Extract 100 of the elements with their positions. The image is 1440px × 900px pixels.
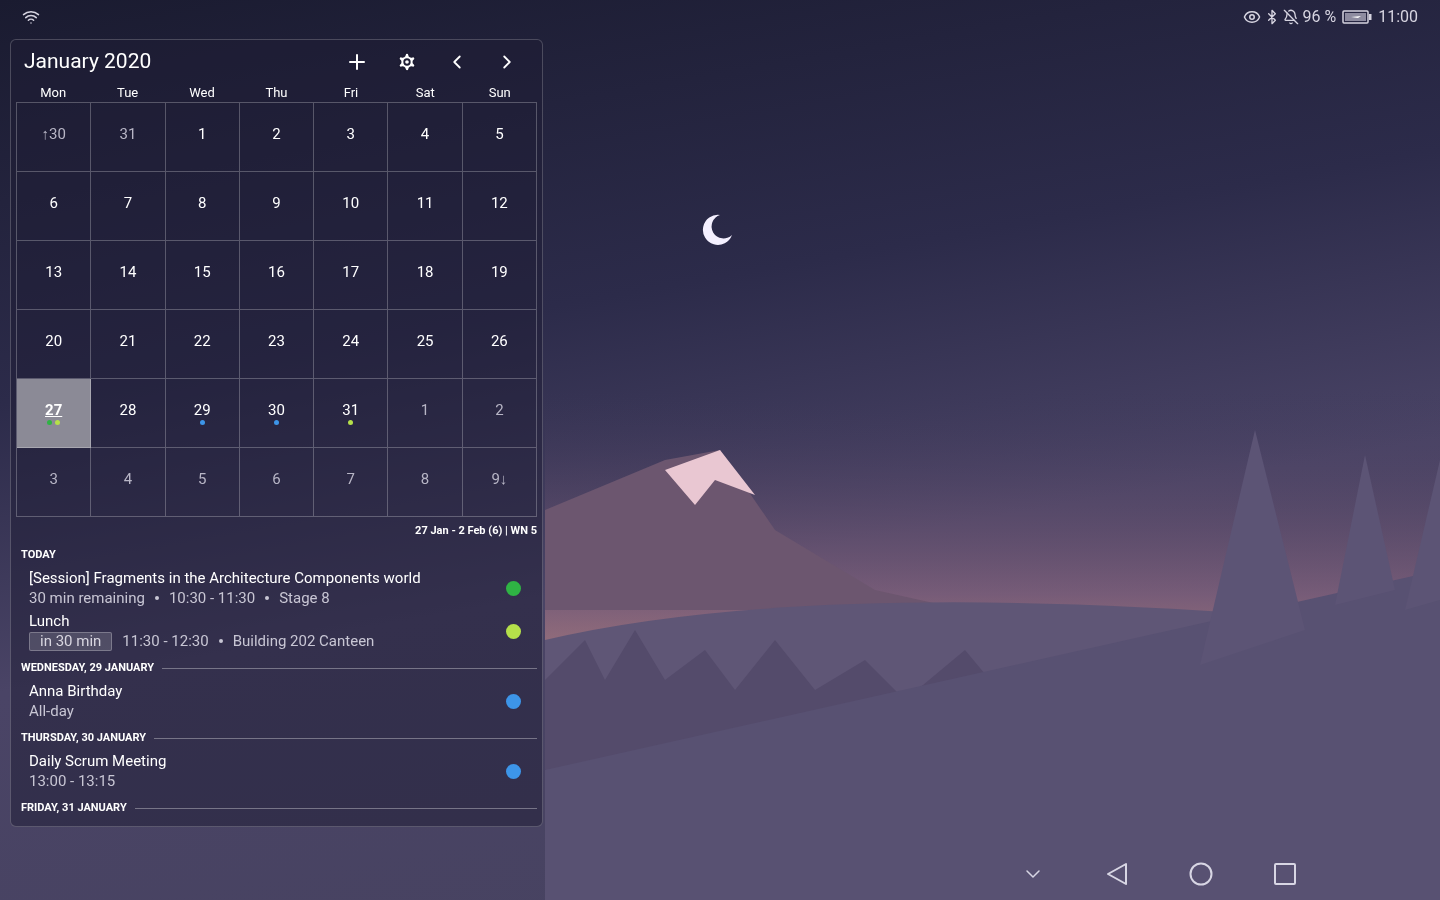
weekday-label: Thu xyxy=(264,83,289,102)
agenda-date-heading: THURSDAY, 30 JANUARY xyxy=(21,729,147,746)
day-cell[interactable]: 18 xyxy=(388,240,463,310)
day-number: 10 xyxy=(342,193,360,212)
clock-time: 11:00 xyxy=(1378,6,1418,28)
back-button[interactable] xyxy=(1104,861,1130,887)
day-cell[interactable]: 13 xyxy=(17,240,92,310)
agenda-date-heading: FRIDAY, 31 JANUARY xyxy=(21,799,127,816)
day-cell[interactable]: ↑30 xyxy=(17,102,92,172)
day-number: 2 xyxy=(272,124,281,143)
day-cell[interactable]: 4 xyxy=(91,447,166,517)
countdown-badge: in 30 min xyxy=(29,631,113,651)
day-cell[interactable]: 6 xyxy=(17,171,92,241)
day-cell[interactable]: 29 xyxy=(165,378,240,448)
day-number: 27 xyxy=(45,400,63,419)
day-number: 23 xyxy=(268,331,285,350)
eye-icon xyxy=(1243,8,1262,26)
event-detail: 10:30 - 11:30 xyxy=(168,588,256,608)
day-cell[interactable]: 17 xyxy=(314,240,389,310)
event-detail: 30 min remaining xyxy=(29,588,145,608)
day-number: 26 xyxy=(490,331,508,350)
day-number: 17 xyxy=(342,262,360,281)
day-cell[interactable]: 4 xyxy=(388,102,463,172)
day-cell[interactable]: 6 xyxy=(239,447,315,517)
day-cell[interactable]: 20 xyxy=(17,309,92,379)
day-cell[interactable]: 3 xyxy=(314,102,389,172)
day-cell[interactable]: 15 xyxy=(165,240,240,310)
battery-percent: 96 % xyxy=(1302,6,1337,28)
month-title[interactable]: January 2020 xyxy=(24,46,152,78)
event-title[interactable]: [Session] Fragments in the Architecture Components world xyxy=(29,569,506,588)
event-title[interactable]: Lunch xyxy=(29,612,506,631)
day-number: 7 xyxy=(123,193,133,212)
settings-icon xyxy=(396,50,418,73)
day-number: 9 xyxy=(272,193,281,212)
weekday-label: Sat xyxy=(414,83,436,102)
day-number: 31 xyxy=(342,400,360,419)
day-cell[interactable]: 2 xyxy=(462,378,537,448)
day-cell[interactable]: 5 xyxy=(165,447,240,517)
day-number: 13 xyxy=(45,262,63,281)
day-number: 3 xyxy=(49,469,58,488)
day-cell[interactable]: 9 xyxy=(239,171,315,241)
day-number: 4 xyxy=(123,469,133,488)
home-button[interactable] xyxy=(1188,861,1214,887)
agenda-date-heading: TODAY xyxy=(21,546,56,563)
day-number: 29 xyxy=(193,400,211,419)
day-cell[interactable]: 26 xyxy=(462,309,537,379)
day-cell[interactable]: 31 xyxy=(314,378,389,448)
event-detail: All-day xyxy=(29,701,74,721)
day-cell[interactable]: 16 xyxy=(239,240,315,310)
event-detail: Building 202 Canteen xyxy=(232,631,375,651)
day-number: 1 xyxy=(198,124,207,143)
day-cell[interactable]: 14 xyxy=(91,240,166,310)
day-cell[interactable]: 12 xyxy=(462,171,537,241)
day-number: 6 xyxy=(272,469,281,488)
day-cell[interactable]: 8 xyxy=(388,447,463,517)
day-number: 5 xyxy=(495,124,504,143)
day-number: 4 xyxy=(420,124,430,143)
event-title[interactable]: Daily Scrum Meeting xyxy=(29,752,506,771)
day-number: 1 xyxy=(420,400,430,419)
day-cell[interactable]: 2 xyxy=(239,102,315,172)
event-title[interactable]: Anna Birthday xyxy=(29,682,506,701)
weekday-label: Fri xyxy=(342,83,360,102)
day-cell[interactable]: 21 xyxy=(91,309,166,379)
day-cell[interactable]: 7 xyxy=(314,447,389,517)
day-cell[interactable]: 8 xyxy=(165,171,240,241)
weekday-label: Sun xyxy=(487,83,512,102)
day-number: 31 xyxy=(119,124,137,143)
battery-charging-icon xyxy=(1342,10,1373,24)
day-cell[interactable]: 31 xyxy=(91,102,166,172)
day-cell[interactable]: 3 xyxy=(17,447,92,517)
day-cell[interactable]: 23 xyxy=(239,309,315,379)
day-number: 22 xyxy=(193,331,211,350)
week-range-label: 27 Jan - 2 Feb (6) | WN 5 xyxy=(415,522,537,539)
day-number: 2 xyxy=(495,400,504,419)
day-cell[interactable]: 28 xyxy=(91,378,166,448)
day-cell[interactable]: 25 xyxy=(388,309,463,379)
day-cell[interactable]: 5 xyxy=(462,102,537,172)
day-number: 15 xyxy=(193,262,211,281)
day-cell[interactable]: 9↓ xyxy=(462,447,537,517)
day-cell[interactable]: 10 xyxy=(314,171,389,241)
day-cell[interactable]: 22 xyxy=(165,309,240,379)
wifi-icon xyxy=(22,8,40,26)
day-number: 3 xyxy=(346,124,355,143)
weekday-label: Tue xyxy=(116,83,140,102)
crescent-moon-icon xyxy=(700,213,734,247)
day-cell[interactable]: 11 xyxy=(388,171,463,241)
day-number: 7 xyxy=(346,469,355,488)
day-number: 14 xyxy=(119,262,137,281)
recent-apps-button[interactable] xyxy=(1272,861,1298,887)
day-cell[interactable]: 19 xyxy=(462,240,537,310)
day-number: ↑30 xyxy=(41,124,66,143)
day-cell[interactable]: 1 xyxy=(165,102,240,172)
day-cell[interactable]: 1 xyxy=(388,378,463,448)
event-detail: Stage 8 xyxy=(279,588,330,608)
day-number: 6 xyxy=(49,193,58,212)
day-cell[interactable]: 7 xyxy=(91,171,166,241)
day-number: 16 xyxy=(268,262,285,281)
day-cell[interactable]: 24 xyxy=(314,309,389,379)
day-cell[interactable]: 30 xyxy=(239,378,315,448)
day-number: 25 xyxy=(416,331,434,350)
